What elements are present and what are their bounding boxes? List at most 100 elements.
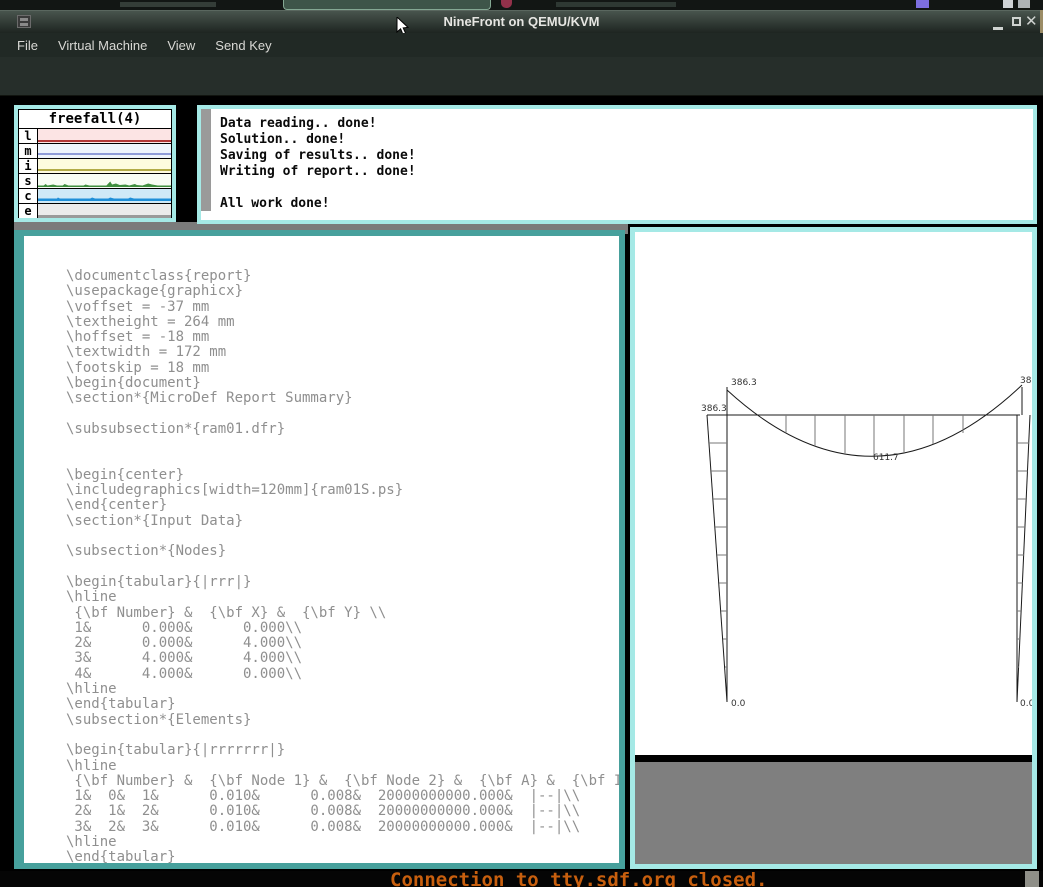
frame-moment-diagram: 386.3 386.3 386.3 611.7 0.0 0.0 <box>635 232 1032 755</box>
menubar: File Virtual Machine View Send Key <box>0 33 1043 57</box>
console-line: Solution.. done! <box>220 132 416 148</box>
taskbar-item <box>556 2 676 7</box>
stats-graph <box>38 204 171 218</box>
minimize-button[interactable] <box>993 27 1003 30</box>
code-line: \section*{MicroDef Report Summary} <box>66 391 619 406</box>
code-line: {\bf Number} & {\bf Node 1} & {\bf Node … <box>66 774 619 789</box>
code-line: 1& 0.000& 0.000\\ <box>66 621 619 636</box>
stats-window-title: freefall(4) <box>19 110 171 128</box>
code-line: \hline <box>66 759 619 774</box>
plot-divider <box>635 755 1032 762</box>
moment-diagram-canvas: 386.3 386.3 386.3 611.7 0.0 0.0 <box>635 232 1032 755</box>
code-line: \documentclass{report} <box>66 269 619 284</box>
stats-row-s: s <box>19 173 171 188</box>
stats-graph <box>38 144 171 158</box>
scrollbar[interactable] <box>201 109 211 220</box>
code-line: \subsection*{Nodes} <box>66 544 619 559</box>
code-line: \usepackage{graphicx} <box>66 284 619 299</box>
moment-label: 611.7 <box>873 453 899 463</box>
host-taskbar <box>0 0 1043 10</box>
code-line: \subsubsection*{ram01.dfr} <box>66 422 619 437</box>
stats-row-c: c <box>19 188 171 203</box>
window-titlebar[interactable]: NineFront on QEMU/KVM ✕ <box>0 10 1043 33</box>
code-line: \hline <box>66 590 619 605</box>
console-line: Saving of results.. done! <box>220 148 416 164</box>
code-line <box>66 453 619 468</box>
code-area: \documentclass{report}\usepackage{graphi… <box>24 236 619 866</box>
desktop-corner <box>1025 871 1039 887</box>
stats-row-label: i <box>19 159 38 173</box>
window-title: NineFront on QEMU/KVM <box>0 14 1043 29</box>
code-line: \begin{document} <box>66 376 619 391</box>
code-line: \begin{tabular}{|rrrrrrr|} <box>66 743 619 758</box>
toolbar <box>0 57 1043 96</box>
moment-label: 0.0 <box>731 699 746 709</box>
moment-label: 0.0 <box>1020 699 1032 709</box>
stats-row-label: s <box>19 174 38 188</box>
console-line <box>220 180 416 196</box>
active-taskbar-tab[interactable] <box>283 0 491 10</box>
menu-view[interactable]: View <box>157 36 205 55</box>
code-line: \textwidth = 172 mm <box>66 345 619 360</box>
stats-window[interactable]: freefall(4) lmisce <box>14 105 176 222</box>
code-line: \hoffset = -18 mm <box>66 330 619 345</box>
console-output: Data reading.. done!Solution.. done!Savi… <box>211 109 416 220</box>
moment-label: 386.3 <box>731 378 757 388</box>
menu-send-key[interactable]: Send Key <box>205 36 281 55</box>
code-line: \begin{tabular}{|rrr|} <box>66 575 619 590</box>
moment-label: 386.3 <box>701 404 727 414</box>
code-line: 2& 1& 2& 0.010& 0.008& 20000000000.000& … <box>66 804 619 819</box>
taskbar-icon <box>1018 0 1030 8</box>
menu-file[interactable]: File <box>7 36 48 55</box>
vm-display[interactable]: freefall(4) lmisce Data reading.. done!S… <box>0 96 1043 887</box>
stats-row-label: c <box>19 189 38 203</box>
maximize-button[interactable] <box>1012 17 1021 26</box>
stats-row-label: e <box>19 204 38 218</box>
stats-row-label: l <box>19 129 38 143</box>
background-terminal: Connection to tty.sdf.org closed. <box>0 871 1043 887</box>
code-line: 4& 4.000& 0.000\\ <box>66 667 619 682</box>
screen: { "theme": { "window_border_cyan": "#a5e… <box>0 0 1043 887</box>
console-window[interactable]: Data reading.. done!Solution.. done!Savi… <box>197 105 1037 224</box>
console-line: Data reading.. done! <box>220 116 416 132</box>
scrollbar-thumb[interactable] <box>201 109 211 211</box>
code-line: \hline <box>66 682 619 697</box>
stats-rows: lmisce <box>19 128 171 218</box>
code-line <box>66 437 619 452</box>
code-line <box>66 560 619 575</box>
code-line: \subsection*{Elements} <box>66 713 619 728</box>
code-line: \end{tabular} <box>66 850 619 865</box>
code-line: \end{center} <box>66 498 619 513</box>
code-line: 3& 4.000& 4.000\\ <box>66 651 619 666</box>
code-line: 3& 2& 3& 0.010& 0.008& 20000000000.000& … <box>66 820 619 835</box>
plot-window[interactable]: 386.3 386.3 386.3 611.7 0.0 0.0 <box>630 227 1037 869</box>
code-line: \voffset = -37 mm <box>66 300 619 315</box>
stats-row-label: m <box>19 144 38 158</box>
code-line: 1& 0& 1& 0.010& 0.008& 20000000000.000& … <box>66 789 619 804</box>
notification-dot-icon <box>501 0 512 8</box>
stats-graph <box>38 174 171 188</box>
code-line: \footskip = 18 mm <box>66 361 619 376</box>
stats-graph <box>38 159 171 173</box>
stats-graph <box>38 129 171 143</box>
console-line: Writing of report.. done! <box>220 164 416 180</box>
code-line: 2& 0.000& 4.000\\ <box>66 636 619 651</box>
moment-label: 386.3 <box>1020 376 1032 386</box>
menu-virtual-machine[interactable]: Virtual Machine <box>48 36 157 55</box>
code-line <box>66 529 619 544</box>
code-line: \hline <box>66 835 619 850</box>
stats-row-e: e <box>19 203 171 218</box>
latex-editor-window[interactable]: \documentclass{report}\usepackage{graphi… <box>14 230 625 869</box>
code-line: \textheight = 264 mm <box>66 315 619 330</box>
terminal-message: Connection to tty.sdf.org closed. <box>390 871 768 887</box>
console-line: All work done! <box>220 196 416 212</box>
code-line: \begin{center} <box>66 468 619 483</box>
close-button[interactable]: ✕ <box>1025 12 1038 30</box>
code-line <box>66 728 619 743</box>
code-line <box>66 407 619 422</box>
stats-row-l: l <box>19 128 171 143</box>
taskbar-item <box>120 2 216 7</box>
plot-backing <box>635 762 1032 864</box>
taskbar-icon <box>1003 0 1013 8</box>
stats-graph <box>38 189 171 203</box>
